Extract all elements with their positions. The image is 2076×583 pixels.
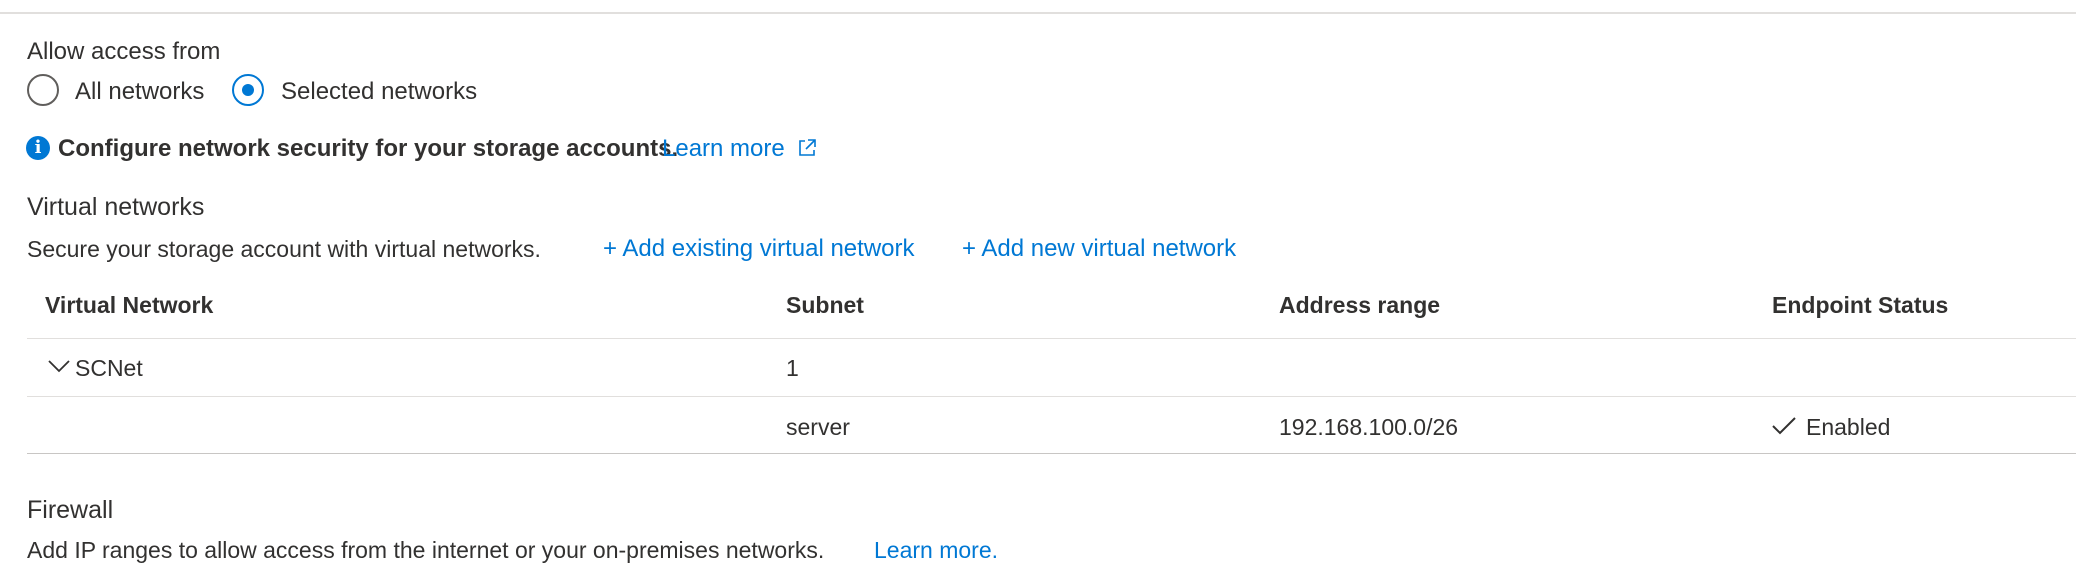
virtual-networks-description: Secure your storage account with virtual…	[27, 236, 541, 262]
virtual-networks-title: Virtual networks	[27, 193, 205, 221]
chevron-down-icon[interactable]	[47, 356, 71, 376]
radio-selected-networks-label[interactable]: Selected networks	[281, 78, 477, 106]
vnet-group-name[interactable]: SCNet	[75, 355, 143, 382]
column-header-subnet[interactable]: Subnet	[786, 292, 864, 319]
radio-all-networks-label[interactable]: All networks	[75, 78, 204, 106]
learn-more-link[interactable]: Learn more	[662, 135, 785, 163]
firewall-learn-more-link[interactable]: Learn more.	[874, 537, 998, 564]
table-header-divider	[27, 338, 2076, 339]
radio-selected-networks[interactable]	[232, 74, 264, 106]
info-icon: i	[26, 136, 50, 160]
add-existing-vnet-link[interactable]: + Add existing virtual network	[603, 235, 915, 263]
column-header-virtual-network[interactable]: Virtual Network	[45, 292, 213, 319]
allow-access-heading: Allow access from	[27, 38, 221, 65]
firewall-title: Firewall	[27, 496, 114, 524]
subnet-name: server	[786, 414, 850, 440]
column-header-endpoint-status[interactable]: Endpoint Status	[1772, 292, 1948, 319]
top-divider	[0, 12, 2076, 14]
checkmark-icon	[1771, 414, 1797, 438]
table-row-divider	[27, 396, 2076, 397]
column-header-address-range[interactable]: Address range	[1279, 292, 1440, 319]
subnet-address-range: 192.168.100.0/26	[1279, 414, 1459, 440]
info-text: Configure network security for your stor…	[58, 135, 679, 162]
radio-all-networks[interactable]	[27, 74, 59, 106]
firewall-description: Add IP ranges to allow access from the i…	[27, 537, 825, 563]
endpoint-status: Enabled	[1806, 414, 1891, 440]
external-link-icon[interactable]	[795, 136, 819, 160]
vnet-group-subnet-count: 1	[786, 355, 799, 381]
table-bottom-divider	[27, 453, 2076, 454]
add-new-vnet-link[interactable]: + Add new virtual network	[962, 235, 1236, 263]
